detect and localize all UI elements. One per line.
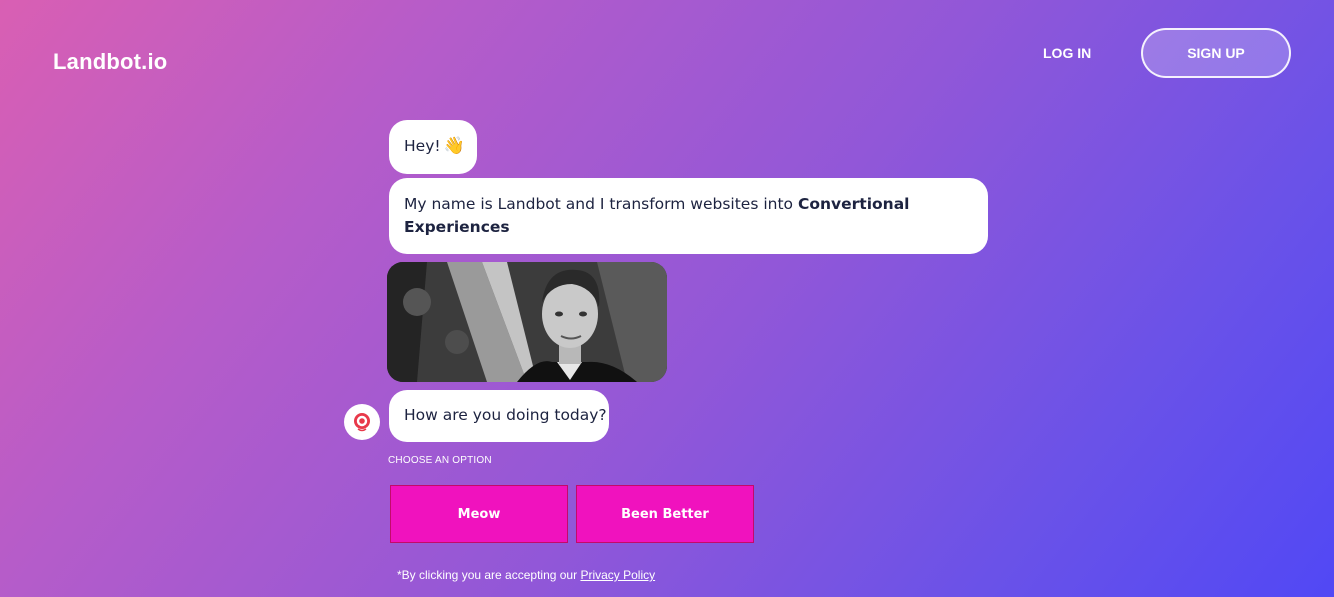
choose-option-label: CHOOSE AN OPTION: [388, 455, 492, 466]
bot-avatar: [344, 404, 380, 440]
login-link[interactable]: LOG IN: [1043, 45, 1091, 61]
option-button-been-better[interactable]: Been Better: [576, 485, 754, 543]
option-button-meow[interactable]: Meow: [390, 485, 568, 543]
privacy-notice-text: *By clicking you are accepting our: [397, 568, 581, 582]
bot-target-icon: [354, 413, 370, 432]
intro-text: My name is Landbot and I transform websi…: [404, 195, 798, 213]
chat-bubble-greeting: Hey! 👋: [389, 120, 477, 174]
wave-emoji-icon: 👋: [443, 136, 465, 156]
brand-logo[interactable]: Landbot.io: [53, 49, 167, 75]
greeting-text: Hey!: [404, 137, 441, 155]
privacy-notice: *By clicking you are accepting our Priva…: [397, 568, 655, 582]
chat-gif-image: [387, 262, 667, 382]
privacy-policy-link[interactable]: Privacy Policy: [580, 568, 655, 582]
signup-button[interactable]: SIGN UP: [1141, 28, 1291, 78]
chat-bubble-intro: My name is Landbot and I transform websi…: [389, 178, 988, 254]
chat-bubble-question: How are you doing today?: [389, 390, 609, 442]
portrait-photo-icon: [387, 262, 667, 382]
